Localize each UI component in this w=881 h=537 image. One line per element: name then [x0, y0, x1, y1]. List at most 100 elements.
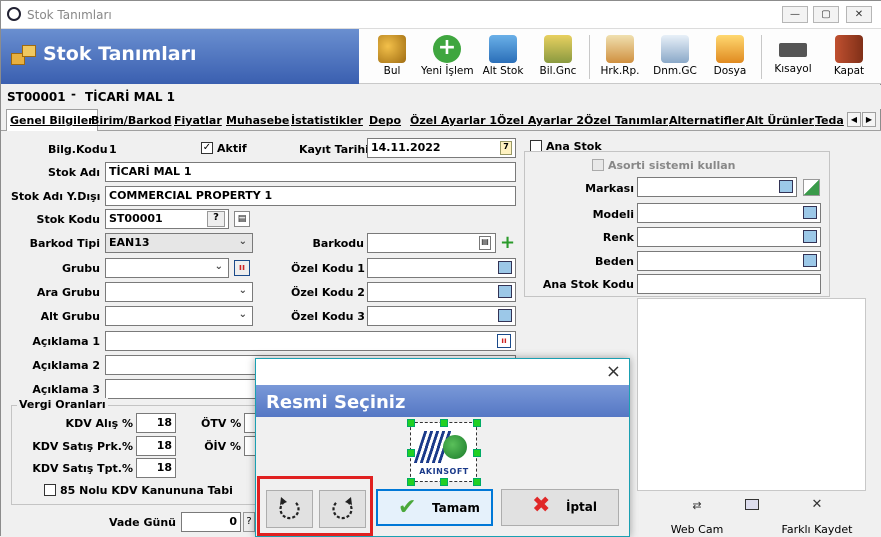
list-icon[interactable]: ıı	[497, 334, 511, 348]
monitor-button[interactable]	[737, 499, 767, 515]
tamam-button[interactable]: ✔ Tamam	[376, 489, 493, 526]
dialog-close-button[interactable]: ×	[606, 361, 621, 382]
toolbar-kapat-button[interactable]: Kapat	[829, 33, 869, 81]
ozel-kodu-1-field[interactable]	[367, 258, 516, 278]
resize-handle[interactable]	[407, 478, 415, 486]
oiv-label: ÖİV %	[204, 440, 241, 453]
iptal-button[interactable]: ✖ İptal	[501, 489, 619, 526]
tab-depo[interactable]: Depo	[366, 112, 404, 131]
vade-gunu-field[interactable]: 0	[181, 512, 241, 532]
renk-field[interactable]	[637, 227, 821, 247]
stock-boxes-icon	[11, 43, 37, 67]
markasi-field[interactable]	[637, 177, 797, 197]
image-picker-icon[interactable]	[803, 230, 817, 243]
image-picker-icon[interactable]	[498, 309, 512, 322]
kayit-tarihi-field[interactable]: 14.11.2022 7	[367, 138, 516, 158]
resize-handle[interactable]	[440, 419, 448, 427]
alt-grubu-select[interactable]: ⌄	[105, 306, 253, 326]
tab-genel-bilgiler[interactable]: Genel Bilgiler	[6, 109, 98, 131]
coins-icon	[544, 35, 572, 63]
calendar-icon[interactable]: 7	[500, 141, 512, 155]
resize-handle[interactable]	[473, 449, 481, 457]
toolbar-yeni-islem-button[interactable]: + Yeni İşlem	[421, 33, 474, 81]
image-picker-icon[interactable]	[803, 206, 817, 219]
tab-birim-barkod[interactable]: Birim/Barkod	[88, 112, 175, 131]
tab-istatistikler[interactable]: İstatistikler	[288, 112, 366, 131]
resize-handle[interactable]	[440, 478, 448, 486]
plus-circle-icon: +	[433, 35, 461, 63]
marka-add-icon[interactable]	[803, 179, 820, 196]
image-preview-area[interactable]	[637, 298, 866, 491]
barkod-doc-icon[interactable]: ▤	[479, 236, 491, 250]
stok-adi-yd-field[interactable]: COMMERCIAL PROPERTY 1	[105, 186, 516, 206]
alt-grubu-label: Alt Grubu	[40, 310, 100, 323]
selected-image[interactable]: AKINSOFT	[407, 419, 481, 486]
stok-kodu-doc-icon[interactable]: ▤	[234, 211, 250, 227]
modeli-field[interactable]	[637, 203, 821, 223]
barkodu-label: Barkodu	[312, 237, 364, 250]
add-barkod-icon[interactable]: +	[500, 234, 515, 252]
stok-kodu-help-button[interactable]: ?	[207, 211, 225, 227]
toolbar-alt-stok-button[interactable]: Alt Stok	[482, 33, 524, 81]
tab-scroll-right-button[interactable]: ▶	[862, 112, 876, 127]
kdv-satis-prk-label: KDV Satış Prk.%	[32, 440, 133, 453]
close-window-button[interactable]: ✕	[846, 6, 872, 23]
image-picker-icon[interactable]	[498, 261, 512, 274]
otv-label: ÖTV %	[201, 417, 242, 430]
beden-field[interactable]	[637, 251, 821, 271]
asorti-checkbox[interactable]	[592, 159, 604, 171]
tab-ozel-ayarlar-1[interactable]: Özel Ayarlar 1	[407, 112, 500, 131]
tab-scroll-left-button[interactable]: ◀	[847, 112, 861, 127]
toolbar-dnm-gc-button[interactable]: Dnm.GC	[652, 33, 698, 81]
kdv-alis-field[interactable]: 18	[136, 413, 176, 433]
modeli-label: Modeli	[592, 208, 634, 221]
barkodu-field[interactable]: ▤	[367, 233, 496, 253]
stok-kodu-field[interactable]: ST00001 ?	[105, 209, 229, 229]
toolbar-hrk-rp-button[interactable]: Hrk.Rp.	[598, 33, 642, 81]
ana-stok-kodu-field[interactable]	[637, 274, 821, 294]
toolbar-bul-button[interactable]: Bul	[372, 33, 412, 81]
tab-tedarikci[interactable]: Teda	[812, 112, 846, 131]
checkmark-icon: ✔	[398, 495, 417, 520]
resize-handle[interactable]	[473, 419, 481, 427]
aktif-checkbox[interactable]: ✓	[201, 142, 213, 154]
aciklama-1-field[interactable]: ıı	[105, 331, 516, 351]
monitor-icon	[745, 499, 759, 510]
image-picker-icon[interactable]	[803, 254, 817, 267]
minimize-button[interactable]: —	[782, 6, 808, 23]
tab-fiyatlar[interactable]: Fiyatlar	[171, 112, 225, 131]
image-picker-icon[interactable]	[779, 180, 793, 193]
kdv-satis-prk-field[interactable]: 18	[136, 436, 176, 456]
kanun-checkbox[interactable]	[44, 484, 56, 496]
resize-handle[interactable]	[407, 449, 415, 457]
ozel-kodu-3-field[interactable]	[367, 306, 516, 326]
resize-handle[interactable]	[473, 478, 481, 486]
tab-ozel-ayarlar-2[interactable]: Özel Ayarlar 2	[494, 112, 587, 131]
ozel-kodu-2-label: Özel Kodu 2	[291, 286, 365, 299]
image-picker-icon[interactable]	[498, 285, 512, 298]
webcam-button[interactable]: ⇄ Web Cam	[657, 499, 737, 537]
ozel-kodu-2-field[interactable]	[367, 282, 516, 302]
tab-muhasebe[interactable]: Muhasebe	[223, 112, 292, 131]
main-window: Stok Tanımları — ▢ ✕ Stok Tanımları Bul …	[0, 0, 881, 537]
toolbar-dosya-button[interactable]: Dosya	[710, 33, 750, 81]
grubu-select[interactable]: ⌄	[105, 258, 229, 278]
stok-adi-field[interactable]: TİCARİ MAL 1	[105, 162, 516, 182]
title-bar: Stok Tanımları — ▢ ✕	[1, 1, 881, 29]
grubu-list-icon[interactable]: ıı	[234, 260, 250, 276]
tab-ozel-tanimlar[interactable]: Özel Tanımlar	[581, 112, 671, 131]
toolbar-bil-gnc-button[interactable]: Bil.Gnc	[537, 33, 579, 81]
tab-bar: Genel Bilgiler Birim/Barkod Fiyatlar Muh…	[1, 109, 881, 131]
ara-grubu-select[interactable]: ⌄	[105, 282, 253, 302]
kdv-satis-tpt-field[interactable]: 18	[136, 458, 176, 478]
maximize-button[interactable]: ▢	[813, 6, 839, 23]
barkod-tipi-select[interactable]: EAN13 ⌄	[105, 233, 253, 253]
resize-handle[interactable]	[407, 419, 415, 427]
farkli-kaydet-button[interactable]: ✕ Farklı Kaydet	[767, 498, 867, 537]
vade-help-button[interactable]: ?	[243, 512, 255, 532]
grubu-label: Grubu	[62, 262, 100, 275]
toolbar-kisayol-button[interactable]: Kısayol	[771, 33, 815, 81]
barkod-tipi-label: Barkod Tipi	[29, 237, 100, 250]
tab-alt-urunler[interactable]: Alt Ürünler	[743, 112, 817, 131]
tab-alternatifler[interactable]: Alternatifler	[666, 112, 748, 131]
